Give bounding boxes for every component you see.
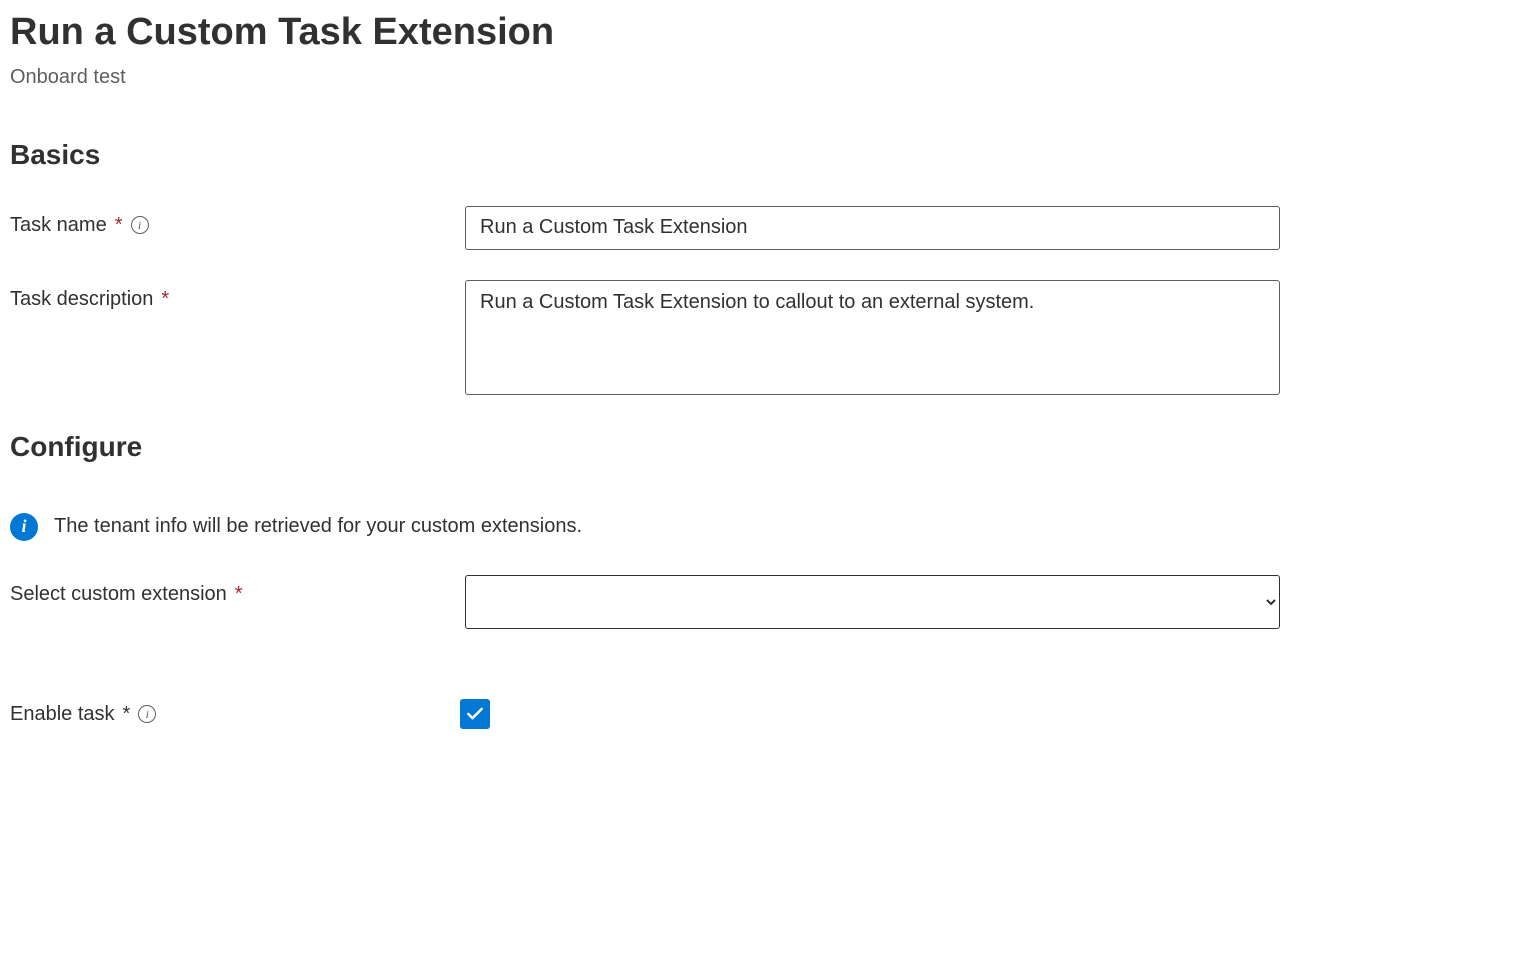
page-subtitle: Onboard test [10,66,1517,89]
info-icon: i [10,513,38,541]
page-title: Run a Custom Task Extension [10,10,1517,56]
select-extension-dropdown[interactable] [465,575,1280,629]
required-asterisk: * [235,583,243,606]
enable-task-checkbox[interactable] [460,699,490,729]
enable-task-label: Enable task * i [10,703,460,726]
enable-task-row: Enable task * i [10,699,1517,730]
task-name-label-text: Task name [10,214,107,237]
select-extension-label-text: Select custom extension [10,583,227,606]
basics-heading: Basics [10,139,1517,171]
info-icon[interactable]: i [131,216,149,234]
task-name-row: Task name * i [10,206,1517,250]
checkmark-icon [465,704,485,724]
task-description-input[interactable]: Run a Custom Task Extension to callout t… [465,280,1280,395]
configure-heading: Configure [10,431,1517,463]
task-name-input[interactable] [465,206,1280,250]
enable-task-label-text: Enable task [10,703,115,726]
task-description-row: Task description * Run a Custom Task Ext… [10,280,1517,401]
info-banner: i The tenant info will be retrieved for … [10,513,1517,541]
info-banner-text: The tenant info will be retrieved for yo… [54,515,582,538]
info-icon[interactable]: i [138,705,156,723]
select-extension-row: Select custom extension * [10,575,1517,629]
task-description-label-text: Task description [10,288,153,311]
required-asterisk: * [115,214,123,237]
task-name-label: Task name * i [10,206,465,237]
task-description-label: Task description * [10,280,465,311]
required-asterisk: * [161,288,169,311]
required-asterisk: * [123,703,131,726]
select-extension-label: Select custom extension * [10,575,465,606]
